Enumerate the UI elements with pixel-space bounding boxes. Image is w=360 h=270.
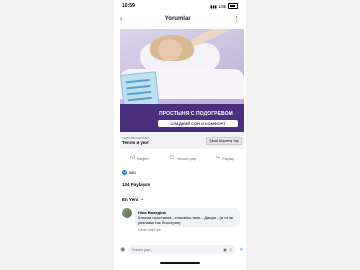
cta-title: Тепло и уют — [122, 140, 149, 145]
share-label: Paylaş — [222, 155, 235, 161]
ad-image[interactable]: ПРОСТЫНЯ С ПОДОГРЕВОМ СЛАДКИЙ СОН И КОМФ… — [120, 29, 244, 132]
comment-meta: Сенін'ліні Kab — [138, 228, 161, 232]
nav-bar: ‹ Yorumlar ⋮ — [114, 12, 246, 26]
ad-headline: ПРОСТЫНЯ С ПОДОГРЕВОМ — [159, 111, 233, 117]
person-graphic — [158, 39, 182, 61]
lte-icon: LTE — [218, 3, 226, 9]
reactions-summary[interactable]: 👍︎ 580 — [122, 168, 136, 176]
share-button[interactable]: ↪ Paylaş — [216, 155, 234, 161]
like-icon: 👍︎ — [122, 169, 127, 175]
page-title: Yorumlar — [164, 16, 191, 22]
comment-item: Ніна Валедіна Класна простинка...спасаєс… — [122, 208, 240, 232]
cta-row[interactable]: TEPLOISUGAT.NET Тепло и уют Şimdi Alışve… — [120, 132, 244, 149]
comment-text: Класна простинка...спасаєсь нею....Дякую… — [138, 215, 234, 225]
comment-icon: 💬︎ — [168, 155, 175, 161]
comment-composer: ◉ Yorum yaz... ▣ ☺ ➤ — [120, 243, 244, 255]
signal-icon: ▮▮▮ — [210, 3, 217, 9]
status-bar: 10:59 ▮▮▮ LTE — [114, 0, 246, 12]
comment-label: Yorum yap — [176, 155, 196, 161]
share-icon: ↪ — [215, 155, 221, 161]
comment-input-placeholder: Yorum yaz... — [131, 246, 154, 252]
send-icon[interactable]: ➤ — [239, 246, 244, 253]
battery-icon — [228, 3, 238, 9]
sticker-icon[interactable]: ☺ — [229, 247, 233, 252]
phone-screen: 10:59 ▮▮▮ LTE ‹ Yorumlar ⋮ ПРОСТЫНЯ С ПО… — [114, 0, 246, 270]
thumbs-up-icon: 👍︎ — [129, 155, 136, 161]
camera-icon[interactable]: ◉ — [120, 246, 125, 253]
like-label: Beğen — [137, 155, 149, 161]
sort-label: En Yeni — [122, 196, 139, 202]
chevron-left-icon[interactable]: ‹ — [120, 16, 122, 23]
ad-subline: СЛАДКИЙ СОН И КОМФОРТ — [158, 120, 238, 127]
reaction-count: 580 — [129, 169, 136, 175]
gif-icon[interactable]: ▣ — [223, 247, 227, 252]
comment-body: Ніна Валедіна Класна простинка...спасаєс… — [135, 208, 240, 232]
shares-count[interactable]: 104 Paylaşım — [122, 182, 150, 187]
avatar[interactable] — [122, 208, 132, 218]
like-button[interactable]: 👍︎ Beğen — [130, 155, 149, 161]
status-time: 10:59 — [122, 3, 135, 9]
sort-dropdown[interactable]: En Yeni ⌄ — [122, 196, 144, 202]
comment-button[interactable]: 💬︎ Yorum yap — [169, 155, 196, 161]
shop-now-button[interactable]: Şimdi Alışveriş Yap — [206, 136, 242, 145]
home-indicator — [160, 262, 200, 264]
actions-row: 👍︎ Beğen 💬︎ Yorum yap ↪ Paylaş — [120, 153, 244, 163]
status-icons: ▮▮▮ LTE — [210, 3, 238, 9]
input-icons: ▣ ☺ — [223, 247, 233, 252]
more-vertical-icon[interactable]: ⋮ — [233, 15, 240, 23]
comment-bubble[interactable]: Ніна Валедіна Класна простинка...спасаєс… — [135, 208, 240, 227]
ad-banner — [120, 104, 244, 132]
chevron-down-icon: ⌄ — [140, 196, 144, 201]
comment-input[interactable]: Yorum yaz... ▣ ☺ — [128, 244, 236, 254]
cta-text: TEPLOISUGAT.NET Тепло и уют — [122, 136, 149, 145]
